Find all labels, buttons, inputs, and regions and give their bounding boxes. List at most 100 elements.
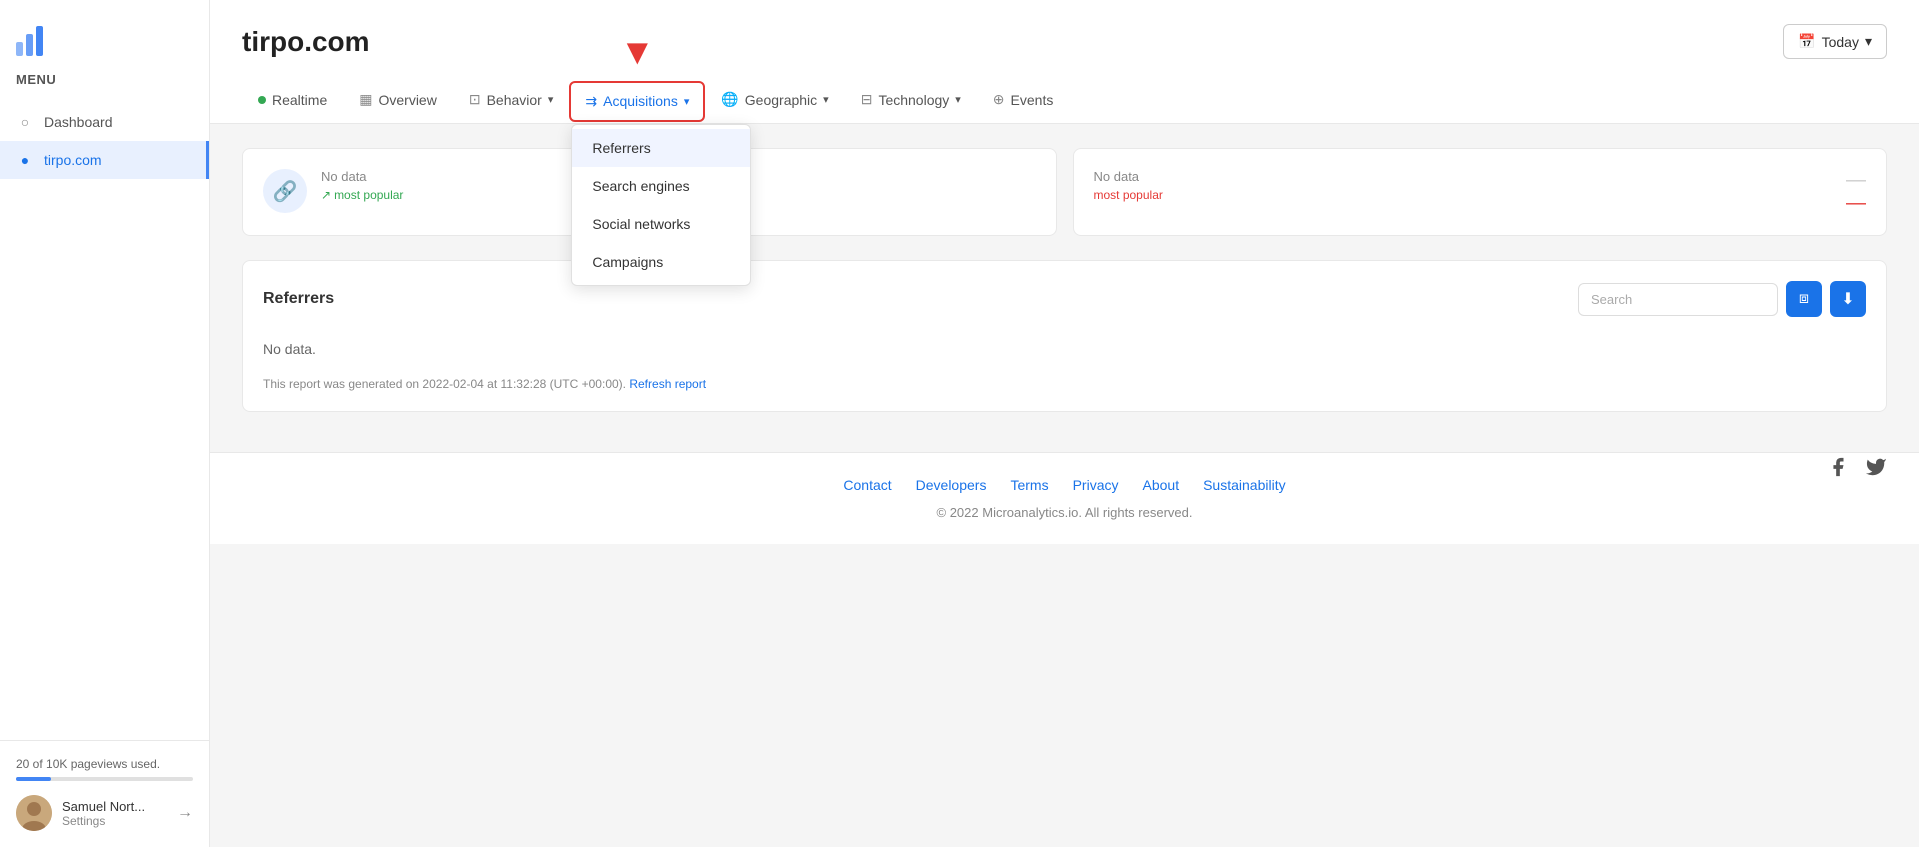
technology-chevron: ▾ — [955, 93, 961, 106]
tab-technology[interactable]: ⊟ Technology ▾ — [845, 79, 977, 123]
table-section: Referrers ⧈ ⬇ No data. This report was g… — [242, 260, 1887, 412]
pageviews-text: 20 of 10K pageviews used. — [16, 757, 193, 771]
footer-link-about[interactable]: About — [1143, 477, 1180, 493]
tab-events-label: Events — [1011, 92, 1054, 108]
events-icon: ⊕ — [993, 91, 1005, 108]
user-name: Samuel Nort... — [62, 799, 167, 814]
stat-info-1: No data ↗ most popular — [321, 169, 403, 202]
logout-icon[interactable]: → — [177, 804, 193, 822]
tab-technology-label: Technology — [878, 92, 949, 108]
footer-link-developers[interactable]: Developers — [916, 477, 987, 493]
footer-links: Contact Developers Terms Privacy About S… — [242, 477, 1887, 493]
pageviews-bar-bg — [16, 777, 193, 781]
tab-geographic[interactable]: 🌐 Geographic ▾ — [705, 79, 844, 123]
pageviews-bar-fill — [16, 777, 51, 781]
stat-label-2: No data — [1094, 169, 1163, 184]
logo — [0, 0, 209, 64]
geographic-chevron: ▾ — [823, 93, 829, 106]
site-title: tirpo.com — [242, 26, 370, 58]
menu-label: MENU — [0, 64, 209, 103]
chevron-down-icon: ▾ — [1865, 33, 1872, 50]
facebook-icon[interactable] — [1827, 456, 1849, 484]
trend-text-2: most popular — [1094, 188, 1163, 202]
download-icon: ⬇ — [1841, 289, 1854, 309]
tab-events[interactable]: ⊕ Events — [977, 79, 1070, 123]
footer-link-terms[interactable]: Terms — [1010, 477, 1048, 493]
table-title: Referrers — [263, 290, 334, 308]
date-button[interactable]: 📅 Today ▾ — [1783, 24, 1887, 59]
tab-overview-label: Overview — [378, 92, 436, 108]
download-button[interactable]: ⬇ — [1830, 281, 1866, 317]
dropdown-item-social-networks[interactable]: Social networks — [572, 205, 750, 243]
trend-text-1: most popular — [334, 188, 403, 202]
stat-dash-2: — — [1846, 192, 1866, 215]
stat-dash-1: — — [1846, 169, 1866, 192]
sidebar-item-label: tirpo.com — [44, 152, 102, 168]
technology-icon: ⊟ — [861, 91, 873, 108]
tab-realtime[interactable]: Realtime — [242, 80, 343, 123]
stat-info-2: No data most popular — [1094, 169, 1163, 202]
user-row: Samuel Nort... Settings → — [16, 795, 193, 831]
stat-card-2: No data most popular — — — [1073, 148, 1888, 236]
filter-icon: ⧈ — [1799, 290, 1809, 308]
footer-copyright: © 2022 Microanalytics.io. All rights res… — [242, 505, 1887, 520]
tab-geographic-label: Geographic — [745, 92, 817, 108]
footer-link-privacy[interactable]: Privacy — [1073, 477, 1119, 493]
tirpo-icon: ● — [16, 151, 34, 169]
footer-link-sustainability[interactable]: Sustainability — [1203, 477, 1286, 493]
main: tirpo.com 📅 Today ▾ Realtime ▦ Overview — [210, 0, 1919, 847]
nav-tabs: Realtime ▦ Overview ⊡ Behavior ▾ ▼ ⇉ Acq… — [242, 79, 1887, 123]
tab-overview[interactable]: ▦ Overview — [343, 79, 453, 123]
sidebar-item-tirpo[interactable]: ● tirpo.com — [0, 141, 209, 179]
tab-realtime-label: Realtime — [272, 92, 327, 108]
content-area: 🔗 No data ↗ most popular No da — [210, 124, 1919, 452]
table-controls: ⧈ ⬇ — [1578, 281, 1866, 317]
tab-behavior[interactable]: ⊡ Behavior ▾ — [453, 79, 570, 123]
sidebar-bottom: 20 of 10K pageviews used. Samuel Nort...… — [0, 740, 209, 847]
behavior-icon: ⊡ — [469, 91, 481, 108]
acquisitions-chevron: ▾ — [684, 95, 690, 108]
calendar-icon: 📅 — [1798, 33, 1815, 50]
table-header: Referrers ⧈ ⬇ — [263, 281, 1866, 317]
sidebar-item-dashboard[interactable]: ○ Dashboard — [0, 103, 209, 141]
user-settings-label: Settings — [62, 814, 167, 828]
tab-behavior-label: Behavior — [487, 92, 542, 108]
report-generated-text: This report was generated on 2022-02-04 … — [263, 377, 626, 391]
filter-button[interactable]: ⧈ — [1786, 281, 1822, 317]
footer: Contact Developers Terms Privacy About S… — [210, 452, 1919, 544]
twitter-icon[interactable] — [1865, 456, 1887, 484]
acquisitions-icon: ⇉ — [585, 93, 597, 110]
dashboard-icon: ○ — [16, 113, 34, 131]
footer-social — [1827, 456, 1887, 484]
avatar — [16, 795, 52, 831]
sidebar: MENU ○ Dashboard ● tirpo.com 20 of 10K p… — [0, 0, 210, 847]
header-row: tirpo.com 📅 Today ▾ — [242, 24, 1887, 59]
tab-acquisitions-label: Acquisitions — [603, 93, 678, 109]
refresh-link[interactable]: Refresh report — [629, 377, 706, 391]
stats-row: 🔗 No data ↗ most popular No da — [242, 148, 1887, 236]
dropdown-item-search-engines[interactable]: Search engines — [572, 167, 750, 205]
tab-acquisitions[interactable]: ▼ ⇉ Acquisitions ▾ Referrers Search engi… — [569, 81, 705, 122]
user-info: Samuel Nort... Settings — [62, 799, 167, 828]
realtime-dot — [258, 96, 266, 104]
report-text: This report was generated on 2022-02-04 … — [263, 377, 1866, 391]
behavior-chevron: ▾ — [548, 93, 554, 106]
footer-link-contact[interactable]: Contact — [843, 477, 891, 493]
date-button-label: Today — [1822, 34, 1859, 50]
dropdown-item-campaigns[interactable]: Campaigns — [572, 243, 750, 281]
dropdown-item-referrers[interactable]: Referrers — [572, 129, 750, 167]
stat-icon-1: 🔗 — [263, 169, 307, 213]
acquisitions-dropdown: Referrers Search engines Social networks… — [571, 124, 751, 286]
overview-icon: ▦ — [359, 91, 372, 108]
no-data-text: No data. — [263, 333, 1866, 365]
top-area: tirpo.com 📅 Today ▾ Realtime ▦ Overview — [210, 0, 1919, 124]
stat-label-1: No data — [321, 169, 403, 184]
sidebar-item-label: Dashboard — [44, 114, 113, 130]
geographic-icon: 🌐 — [721, 91, 738, 108]
trend-arrow-1: ↗ — [321, 188, 331, 202]
logo-icon — [16, 20, 52, 56]
stat-trend-1: ↗ most popular — [321, 188, 403, 202]
main-content: tirpo.com 📅 Today ▾ Realtime ▦ Overview — [210, 0, 1919, 847]
search-input[interactable] — [1578, 283, 1778, 316]
stat-trend-2: most popular — [1094, 188, 1163, 202]
